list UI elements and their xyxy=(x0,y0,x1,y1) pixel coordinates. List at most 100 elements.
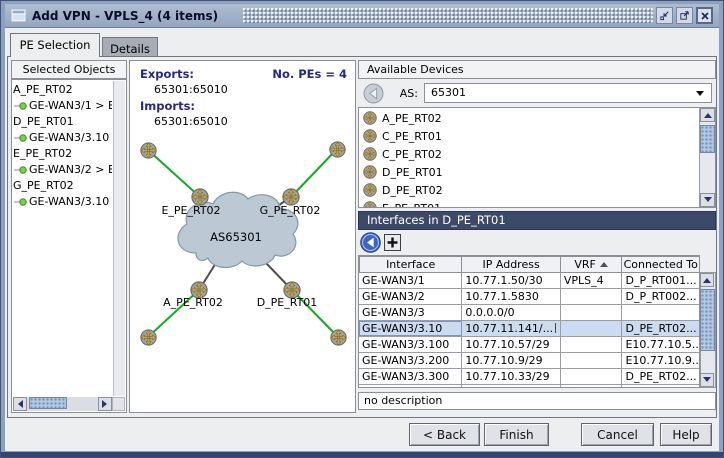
selected-objects-panel: Selected Objects A_PE_RT02 GE-WAN3/1 > B… xyxy=(11,60,127,413)
scrollbar-thumb[interactable] xyxy=(700,289,715,351)
close-button[interactable] xyxy=(696,7,713,24)
scroll-down-button[interactable] xyxy=(700,373,714,387)
back-button[interactable] xyxy=(360,232,381,253)
table-row[interactable]: GE-WAN3/3.10010.77.10.57/29E10.77.10.5..… xyxy=(359,337,699,353)
finish-button[interactable]: Finish xyxy=(484,423,549,446)
ce-router-icon[interactable] xyxy=(141,330,156,345)
pe-router-icon[interactable] xyxy=(192,189,208,205)
description-field: no description xyxy=(358,392,716,410)
column-header-connected-to[interactable]: Connected To xyxy=(622,256,699,273)
imports-label: Imports: xyxy=(140,99,195,113)
column-label: Connected To xyxy=(624,257,698,272)
as-combobox-value: 65301 xyxy=(431,86,466,99)
chevron-down-icon xyxy=(696,91,704,100)
left-triangle-icon xyxy=(14,400,23,408)
scroll-up-button[interactable] xyxy=(700,273,714,287)
cell-connected: D_P_RT002... xyxy=(622,289,699,304)
tree-horizontal-scrollbar[interactable] xyxy=(13,397,112,411)
tree-item-label: E_PE_RT02 xyxy=(13,146,72,162)
table-row[interactable]: GE-WAN3/3.20010.77.10.9/29E10.77.10.9... xyxy=(359,353,699,369)
topology-canvas: AS65301 E_PE_RT02 G_PE_RT02 A_PE_RT02 xyxy=(130,61,356,412)
scroll-down-button[interactable] xyxy=(700,193,715,207)
cell-ip: 10.77.10.57/29 xyxy=(462,337,560,352)
ce-router-icon[interactable] xyxy=(141,143,156,158)
as-combobox[interactable]: 65301 xyxy=(424,83,712,103)
device-list-item[interactable]: C_PE_RT02 xyxy=(361,145,698,163)
tree-item-device[interactable]: D_PE_RT01 xyxy=(13,114,112,130)
device-list-item[interactable]: D_PE_RT02 xyxy=(361,181,698,199)
device-name: C_PE_RT01 xyxy=(382,130,442,143)
router-icon xyxy=(363,147,377,161)
column-header-vrf[interactable]: VRF xyxy=(561,256,623,273)
pe-router-icon[interactable] xyxy=(283,189,299,205)
tree-item-device[interactable]: G_PE_RT02 xyxy=(13,178,112,194)
cell-connected: E10.77.10.9... xyxy=(622,353,699,368)
tree-item-device[interactable]: A_PE_RT02 xyxy=(13,82,112,98)
leaf-node-icon xyxy=(14,166,27,174)
cell-interface: GE-WAN3/3.300 xyxy=(359,369,462,384)
available-devices-title: Available Devices xyxy=(358,60,716,79)
cell-ip: 0.0.0.0/0 xyxy=(462,305,560,320)
cell-connected: E10.77.10.5... xyxy=(622,337,699,352)
leaf-node-icon xyxy=(14,102,27,110)
device-list-item[interactable]: D_PE_RT01 xyxy=(361,163,698,181)
title-bar[interactable]: Add VPN - VPLS_4 (4 items) xyxy=(5,4,719,28)
tree-item-label: GE-WAN3/3.10 > xyxy=(29,130,112,146)
cell-ip: 10.77.1.5830 xyxy=(462,289,560,304)
cancel-button[interactable]: Cancel xyxy=(581,423,654,446)
scroll-left-button[interactable] xyxy=(13,397,27,411)
table-row-selected[interactable]: GE-WAN3/3.1010.77.11.141/...D_PE_RT02... xyxy=(359,321,699,337)
cell-connected: D_P_RT001... xyxy=(622,273,699,288)
maximize-button[interactable] xyxy=(676,7,693,24)
device-name: D_PE_RT02 xyxy=(382,184,443,197)
table-row[interactable]: GE-WAN3/3.30010.77.10.33/29D_PE_RT02... xyxy=(359,369,699,385)
cell-interface: GE-WAN3/3.10 xyxy=(359,321,462,336)
tree-item-interface[interactable]: GE-WAN3/3.10 > xyxy=(13,130,112,146)
column-header-interface[interactable]: Interface xyxy=(359,256,462,273)
scrollbar-thumb[interactable] xyxy=(29,397,67,409)
cell-vrf xyxy=(561,305,623,320)
shade-button[interactable] xyxy=(656,7,673,24)
interfaces-title: Interfaces in D_PE_RT01 xyxy=(358,211,716,230)
tree-item-interface[interactable]: GE-WAN3/2 > E_I xyxy=(13,162,112,178)
tab-details[interactable]: Details xyxy=(102,37,158,56)
tree-item-interface[interactable]: GE-WAN3/1 > B_I xyxy=(13,98,112,114)
back-nav-button[interactable]: < Back xyxy=(409,423,480,446)
help-button[interactable]: Help xyxy=(660,423,712,446)
cell-interface: GE-WAN3/3.200 xyxy=(359,353,462,368)
router-icon xyxy=(363,165,377,179)
tree-item-device[interactable]: E_PE_RT02 xyxy=(13,146,112,162)
tab-pe-selection[interactable]: PE Selection xyxy=(10,33,100,57)
window-title: Add VPN - VPLS_4 (4 items) xyxy=(32,9,218,23)
table-row[interactable]: GE-WAN3/210.77.1.5830D_P_RT002... xyxy=(359,289,699,305)
scroll-right-button[interactable] xyxy=(98,397,112,411)
device-list-scrollbar[interactable] xyxy=(699,108,715,207)
table-row-partial[interactable]: Loopback010.77.1.222/32 xyxy=(359,385,699,388)
tree-item-interface[interactable]: GE-WAN3/3.10 > xyxy=(13,194,112,210)
scroll-up-button[interactable] xyxy=(700,108,715,122)
table-row[interactable]: GE-WAN3/110.77.1.50/30VPLS_4D_P_RT001... xyxy=(359,273,699,289)
device-list-item[interactable]: A_PE_RT02 xyxy=(361,109,698,127)
ce-router-icon[interactable] xyxy=(330,142,345,157)
table-scrollbar[interactable] xyxy=(700,272,716,388)
tree-vertical-scrollbar[interactable] xyxy=(113,81,125,396)
interfaces-panel: Interfaces in D_PE_RT01 xyxy=(358,211,716,410)
router-icon xyxy=(363,129,377,143)
back-button-disabled[interactable] xyxy=(363,83,384,104)
cell-ip-text: 10.77.11.141/... xyxy=(465,322,553,335)
as-label: AS: xyxy=(384,87,418,100)
available-devices-panel: Available Devices AS: 65301 xyxy=(358,60,716,208)
shade-icon xyxy=(659,10,670,21)
plus-icon xyxy=(387,237,398,248)
device-list-item[interactable]: E_PE_RT01 xyxy=(361,199,698,207)
column-label: VRF xyxy=(574,257,596,272)
column-header-ip-address[interactable]: IP Address xyxy=(462,256,560,273)
ce-router-icon[interactable] xyxy=(331,330,346,345)
router-icon xyxy=(363,201,377,207)
scrollbar-thumb[interactable] xyxy=(700,125,715,153)
add-interface-button[interactable] xyxy=(384,234,401,251)
device-list-item[interactable]: C_PE_RT01 xyxy=(361,127,698,145)
up-triangle-icon xyxy=(703,274,711,283)
table-row[interactable]: GE-WAN3/30.0.0.0/0 xyxy=(359,305,699,321)
interfaces-table: Interface IP Address VRF Connected To GE… xyxy=(358,255,700,388)
